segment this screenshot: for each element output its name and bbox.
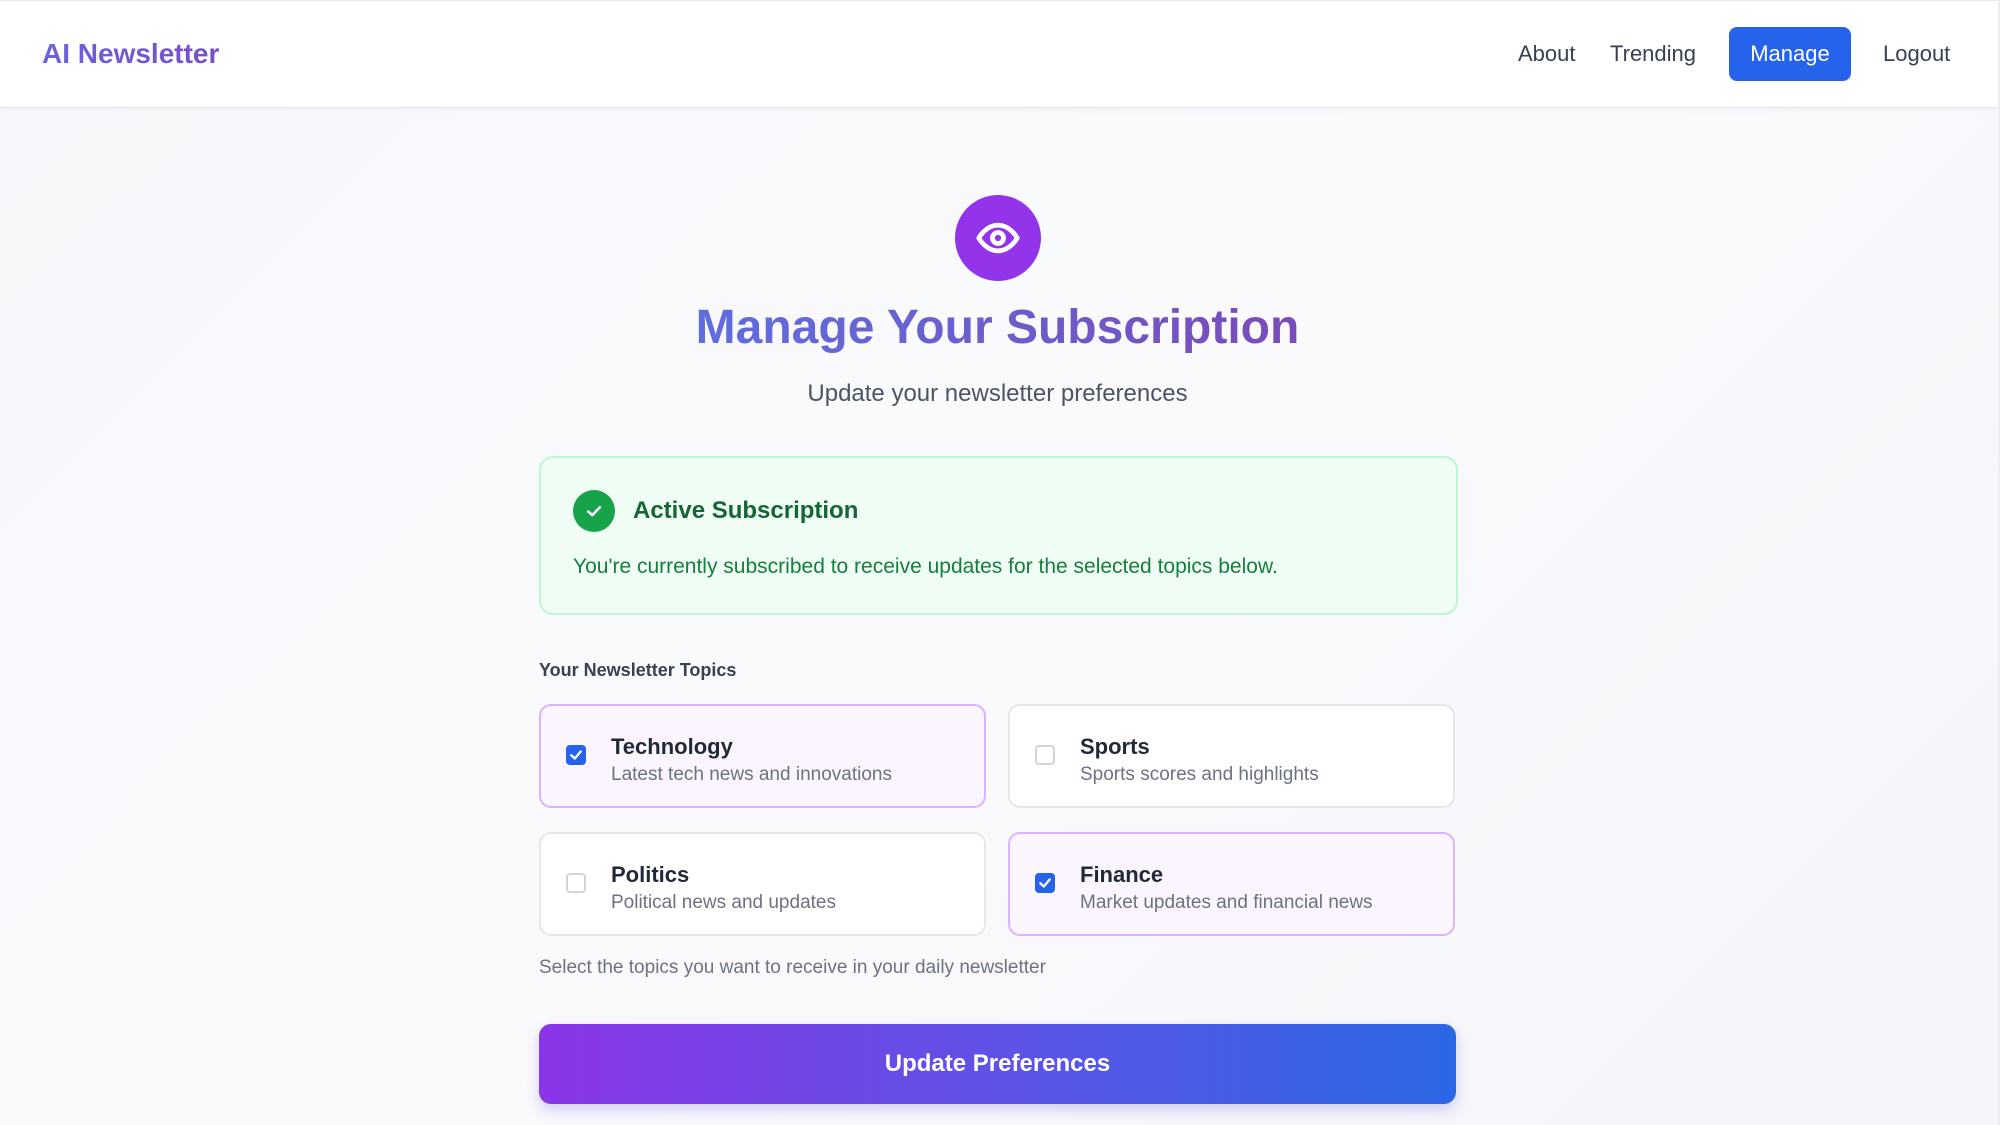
topic-card-sports[interactable]: Sports Sports scores and highlights (1008, 704, 1455, 808)
technology-checkbox[interactable] (566, 745, 586, 765)
status-title: Active Subscription (633, 497, 859, 524)
topics-label: Your Newsletter Topics (539, 660, 737, 680)
topic-name: Finance (1080, 862, 1164, 887)
topic-name: Sports (1080, 734, 1150, 759)
topics-helper-text: Select the topics you want to receive in… (539, 957, 1046, 978)
topic-description: Political news and updates (611, 892, 836, 913)
page-title: Manage Your Subscription (695, 301, 1300, 354)
topic-description: Latest tech news and innovations (611, 764, 892, 785)
topic-card-finance[interactable]: Finance Market updates and financial new… (1008, 832, 1455, 936)
politics-checkbox[interactable] (566, 873, 586, 893)
page-subtitle: Update your newsletter preferences (807, 380, 1188, 407)
status-message: You're currently subscribed to receive u… (573, 555, 1278, 578)
check-icon (573, 490, 615, 532)
nav-link-trending[interactable]: Trending (1610, 37, 1696, 71)
top-navbar: AI Newsletter About Trending Manage Logo… (0, 0, 1998, 108)
brand-logo[interactable]: AI Newsletter (42, 37, 219, 71)
topic-name: Politics (611, 862, 690, 887)
subscription-status-card: Active Subscription You're currently sub… (539, 456, 1458, 615)
topic-description: Sports scores and highlights (1080, 764, 1319, 785)
topic-name: Technology (611, 734, 733, 759)
nav-link-manage[interactable]: Manage (1729, 27, 1851, 81)
nav-link-about[interactable]: About (1518, 37, 1576, 71)
topic-card-technology[interactable]: Technology Latest tech news and innovati… (539, 704, 986, 808)
finance-checkbox[interactable] (1035, 873, 1055, 893)
topic-description: Market updates and financial news (1080, 892, 1373, 913)
eye-icon (955, 195, 1041, 281)
nav-link-logout[interactable]: Logout (1883, 37, 1950, 71)
sports-checkbox[interactable] (1035, 745, 1055, 765)
topic-card-politics[interactable]: Politics Political news and updates (539, 832, 986, 936)
update-preferences-button[interactable]: Update Preferences (539, 1024, 1456, 1104)
